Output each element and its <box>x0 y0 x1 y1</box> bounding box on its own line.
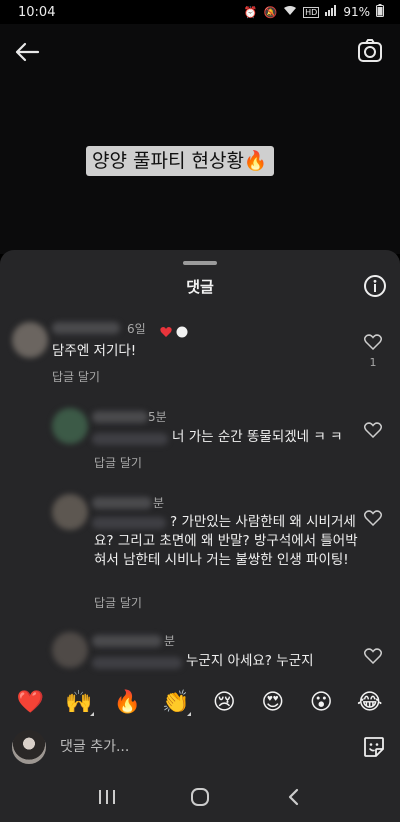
status-time: 10:04 <box>18 4 56 20</box>
recents-icon <box>98 790 115 804</box>
status-bar: 10:04 ⏰ 🔕 HD 91% <box>0 0 400 24</box>
sticker-button[interactable] <box>362 735 386 759</box>
signal-icon <box>325 5 337 19</box>
emoji-heart-button[interactable]: ❤️ <box>13 688 47 718</box>
info-button[interactable] <box>363 274 387 298</box>
comment-text: 담주엔 저기다! <box>52 343 137 359</box>
sheet-drag-handle[interactable] <box>183 261 217 265</box>
emoji-reaction-bar: ❤️ 🙌 🔥 👏 😢 😍 😮 😂 <box>0 687 400 719</box>
comment-text: 너 가는 순간 똥물되겠네 ㅋ ㅋ <box>172 429 343 445</box>
comment-item: 분 ? 가만있는 사람한테 왜 시비거세요? 그리고 초면에 왜 반말? 방구석… <box>0 488 400 618</box>
reply-button[interactable]: 답글 달기 <box>94 594 142 611</box>
info-icon <box>364 275 386 297</box>
emoji-clap-button[interactable]: 👏 <box>159 688 193 718</box>
emoji-fire-button[interactable]: 🔥 <box>110 688 144 718</box>
heart-outline-icon <box>363 334 383 351</box>
recents-button[interactable] <box>87 777 127 817</box>
story-caption: 양양 풀파티 현상황🔥 <box>86 146 274 176</box>
comment-composer <box>0 722 400 772</box>
reply-button[interactable]: 답글 달기 <box>52 368 100 385</box>
mute-icon: 🔕 <box>263 5 278 19</box>
liked-by-author-badge <box>160 323 190 342</box>
reply-button[interactable]: 답글 달기 <box>94 454 142 471</box>
emoji-laughing-button[interactable]: 😂 <box>353 688 387 718</box>
like-button[interactable] <box>363 510 383 527</box>
emoji-surprised-button[interactable]: 😮 <box>304 688 338 718</box>
heart-outline-icon <box>363 422 383 439</box>
hd-voice-icon: HD <box>303 6 320 18</box>
author-avatar <box>176 326 188 338</box>
comment-avatar[interactable] <box>52 494 88 530</box>
battery-percent: 91% <box>343 5 370 19</box>
mention-blur <box>92 433 168 445</box>
comment-item: 5분 너 가는 순간 똥물되겠네 ㅋ ㅋ 답글 달기 <box>0 402 400 482</box>
my-avatar <box>12 730 46 764</box>
heart-outline-icon <box>363 510 383 527</box>
skin-tone-indicator <box>186 712 191 716</box>
back-arrow-icon <box>15 42 40 62</box>
like-button[interactable] <box>363 648 383 665</box>
camera-button[interactable] <box>356 37 384 65</box>
back-button[interactable] <box>12 38 42 66</box>
status-icons: ⏰ 🔕 HD 91% <box>244 4 384 20</box>
skin-tone-indicator <box>89 712 94 716</box>
comment-avatar[interactable] <box>12 322 48 358</box>
heart-outline-icon <box>363 648 383 665</box>
comment-time: 분 <box>153 496 165 510</box>
comment-time: 5분 <box>148 410 167 424</box>
like-count: 1 <box>369 356 377 369</box>
home-button[interactable] <box>180 777 220 817</box>
comment-username[interactable] <box>52 322 120 334</box>
comment-text: 누군지 아세요? 누군지 <box>186 653 314 669</box>
back-nav-button[interactable] <box>273 777 313 817</box>
home-icon <box>190 788 209 806</box>
comment-item: 분 누군지 아세요? 누군지 <box>0 626 400 686</box>
comment-avatar[interactable] <box>52 632 88 668</box>
comment-time: 분 <box>164 634 176 648</box>
sheet-title: 댓글 <box>186 278 214 296</box>
emoji-crying-button[interactable]: 😢 <box>207 688 241 718</box>
system-nav-bar <box>0 772 400 822</box>
comment-username[interactable] <box>92 497 152 509</box>
story-video[interactable] <box>0 24 400 254</box>
comment-text: ? 가만있는 사람한테 왜 시비거세요? 그리고 초면에 왜 반말? 방구석에서… <box>94 514 358 568</box>
comment-item: 6일 담주엔 저기다! 답글 달기 1 <box>0 314 400 394</box>
alarm-icon: ⏰ <box>243 5 258 19</box>
comment-avatar[interactable] <box>52 408 88 444</box>
heart-icon <box>160 327 172 337</box>
emoji-raised-hands-button[interactable]: 🙌 <box>62 688 96 718</box>
emoji-heart-eyes-button[interactable]: 😍 <box>256 688 290 718</box>
wifi-icon <box>283 5 297 19</box>
mention-blur <box>92 657 182 669</box>
camera-icon <box>358 39 382 62</box>
comment-username[interactable] <box>92 635 162 647</box>
sticker-icon <box>364 737 384 757</box>
chevron-left-icon <box>289 788 299 806</box>
comment-username[interactable] <box>92 411 148 423</box>
battery-icon <box>376 4 384 20</box>
like-button[interactable] <box>363 334 383 351</box>
comment-time: 6일 <box>127 322 146 336</box>
like-button[interactable] <box>363 422 383 439</box>
comment-input[interactable] <box>60 734 340 760</box>
